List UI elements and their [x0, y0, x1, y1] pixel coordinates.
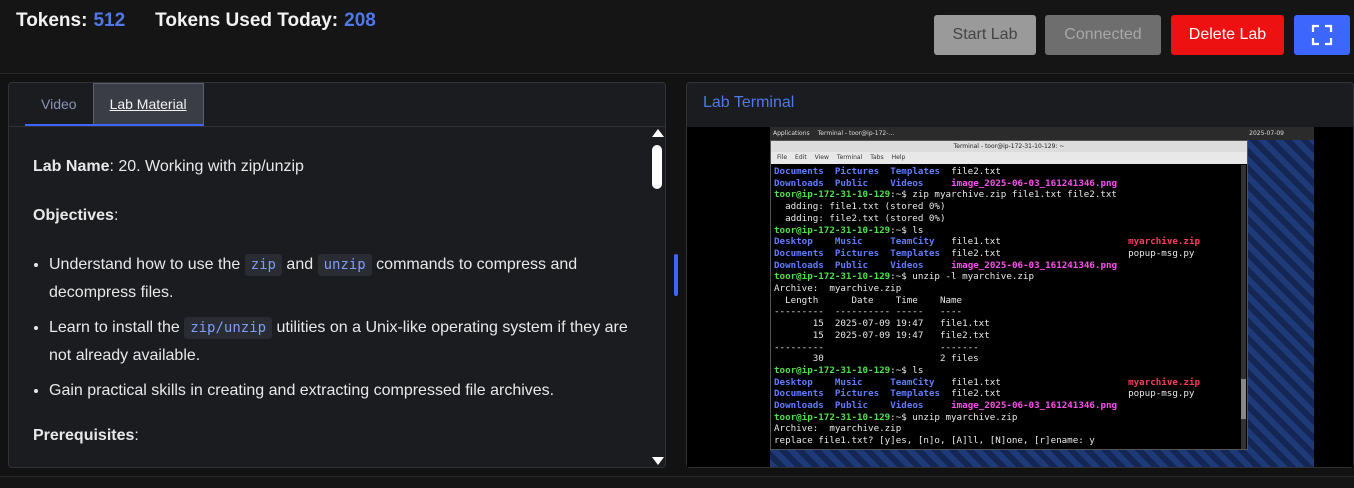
- list-item: Learn to install the zip/unzip utilities…: [49, 314, 633, 369]
- terminal-window[interactable]: Terminal - toor@ip-172-31-10-129: ~ File…: [770, 140, 1248, 450]
- tab-lab-material[interactable]: Lab Material: [92, 83, 204, 126]
- tokens-used-stat: Tokens Used Today: 208: [155, 10, 382, 32]
- desktop-taskbar: Applications Terminal - toor@ip-172-... …: [770, 127, 1314, 140]
- delete-lab-button[interactable]: Delete Lab: [1171, 15, 1284, 55]
- prerequisites-heading: Prerequisites:: [33, 427, 139, 444]
- tab-divider: [9, 126, 665, 127]
- taskbar-clock: 2025-07-09: [1249, 130, 1284, 137]
- top-bar: Tokens: 512 Tokens Used Today: 208 Start L…: [0, 0, 1354, 74]
- objectives-list: Understand how to use the zip and unzip …: [49, 251, 633, 404]
- terminal-scrollbar-thumb[interactable]: [1241, 379, 1246, 419]
- applications-menu[interactable]: Applications: [773, 130, 810, 137]
- objectives-label: Objectives: [33, 207, 114, 224]
- bullet-text: Gain practical skills in creating and ex…: [49, 382, 555, 399]
- tokens-used-value: 208: [344, 10, 376, 31]
- lab-terminal-panel: Lab Terminal Applications Terminal - too…: [686, 82, 1354, 468]
- resize-handle[interactable]: [674, 254, 678, 296]
- objectives-heading: Objectives:: [33, 207, 119, 224]
- tokens-value: 512: [93, 10, 126, 31]
- scroll-up-icon[interactable]: [652, 129, 664, 137]
- remote-desktop-viewport[interactable]: Applications Terminal - toor@ip-172-... …: [687, 127, 1353, 467]
- scrollbar-thumb[interactable]: [652, 145, 662, 189]
- fullscreen-icon: [1311, 24, 1333, 46]
- bullet-text: Learn to install the: [49, 319, 185, 336]
- menu-file[interactable]: File: [777, 152, 787, 164]
- terminal-panel-title: Lab Terminal: [703, 94, 795, 111]
- lab-name-label: Lab Name: [33, 158, 110, 175]
- menu-view[interactable]: View: [815, 152, 829, 164]
- terminal-output[interactable]: Documents Pictures Templates file2.txt D…: [771, 164, 1247, 449]
- menu-help[interactable]: Help: [892, 152, 906, 164]
- terminal-scrollbar[interactable]: [1241, 165, 1246, 449]
- connected-button[interactable]: Connected: [1045, 15, 1161, 55]
- lab-name-value: : 20. Working with zip/unzip: [109, 158, 304, 175]
- lab-material-panel: Video Lab Material Lab Name: 20. Working…: [8, 82, 666, 468]
- bullet-text: and: [281, 256, 318, 273]
- bottom-bar: [0, 476, 1354, 488]
- tokens-used-label: Tokens Used Today:: [155, 10, 339, 31]
- tab-video[interactable]: Video: [25, 83, 93, 126]
- fullscreen-button[interactable]: [1294, 15, 1350, 55]
- terminal-window-title: Terminal - toor@ip-172-31-10-129: ~: [771, 141, 1247, 152]
- taskbar-terminal-item[interactable]: Terminal - toor@ip-172-...: [818, 130, 894, 137]
- remote-desktop[interactable]: Applications Terminal - toor@ip-172-... …: [770, 127, 1314, 467]
- menu-tabs[interactable]: Tabs: [870, 152, 883, 164]
- token-stats: Tokens: 512 Tokens Used Today: 208: [16, 10, 382, 32]
- list-item: Gain practical skills in creating and ex…: [49, 377, 633, 404]
- prerequisites-label: Prerequisites: [33, 427, 135, 444]
- scrollbar[interactable]: [651, 127, 665, 467]
- tokens-label: Tokens:: [16, 10, 88, 31]
- menu-edit[interactable]: Edit: [795, 152, 807, 164]
- bullet-text: Understand how to use the: [49, 256, 245, 273]
- terminal-menu: File Edit View Terminal Tabs Help: [771, 152, 1247, 164]
- lab-material-content: Lab Name: 20. Working with zip/unzip Obj…: [33, 153, 633, 449]
- tokens-stat: Tokens: 512: [16, 10, 131, 32]
- inline-code: zip: [244, 254, 282, 276]
- start-lab-button[interactable]: Start Lab: [934, 15, 1036, 55]
- scroll-down-icon[interactable]: [652, 457, 664, 465]
- inline-code: unzip: [317, 254, 372, 276]
- list-item: Understand how to use the zip and unzip …: [49, 251, 633, 306]
- lab-name: Lab Name: 20. Working with zip/unzip: [33, 153, 633, 180]
- menu-terminal[interactable]: Terminal: [837, 152, 862, 164]
- content-tabs: Video Lab Material: [25, 83, 204, 127]
- inline-code: zip/unzip: [184, 317, 273, 339]
